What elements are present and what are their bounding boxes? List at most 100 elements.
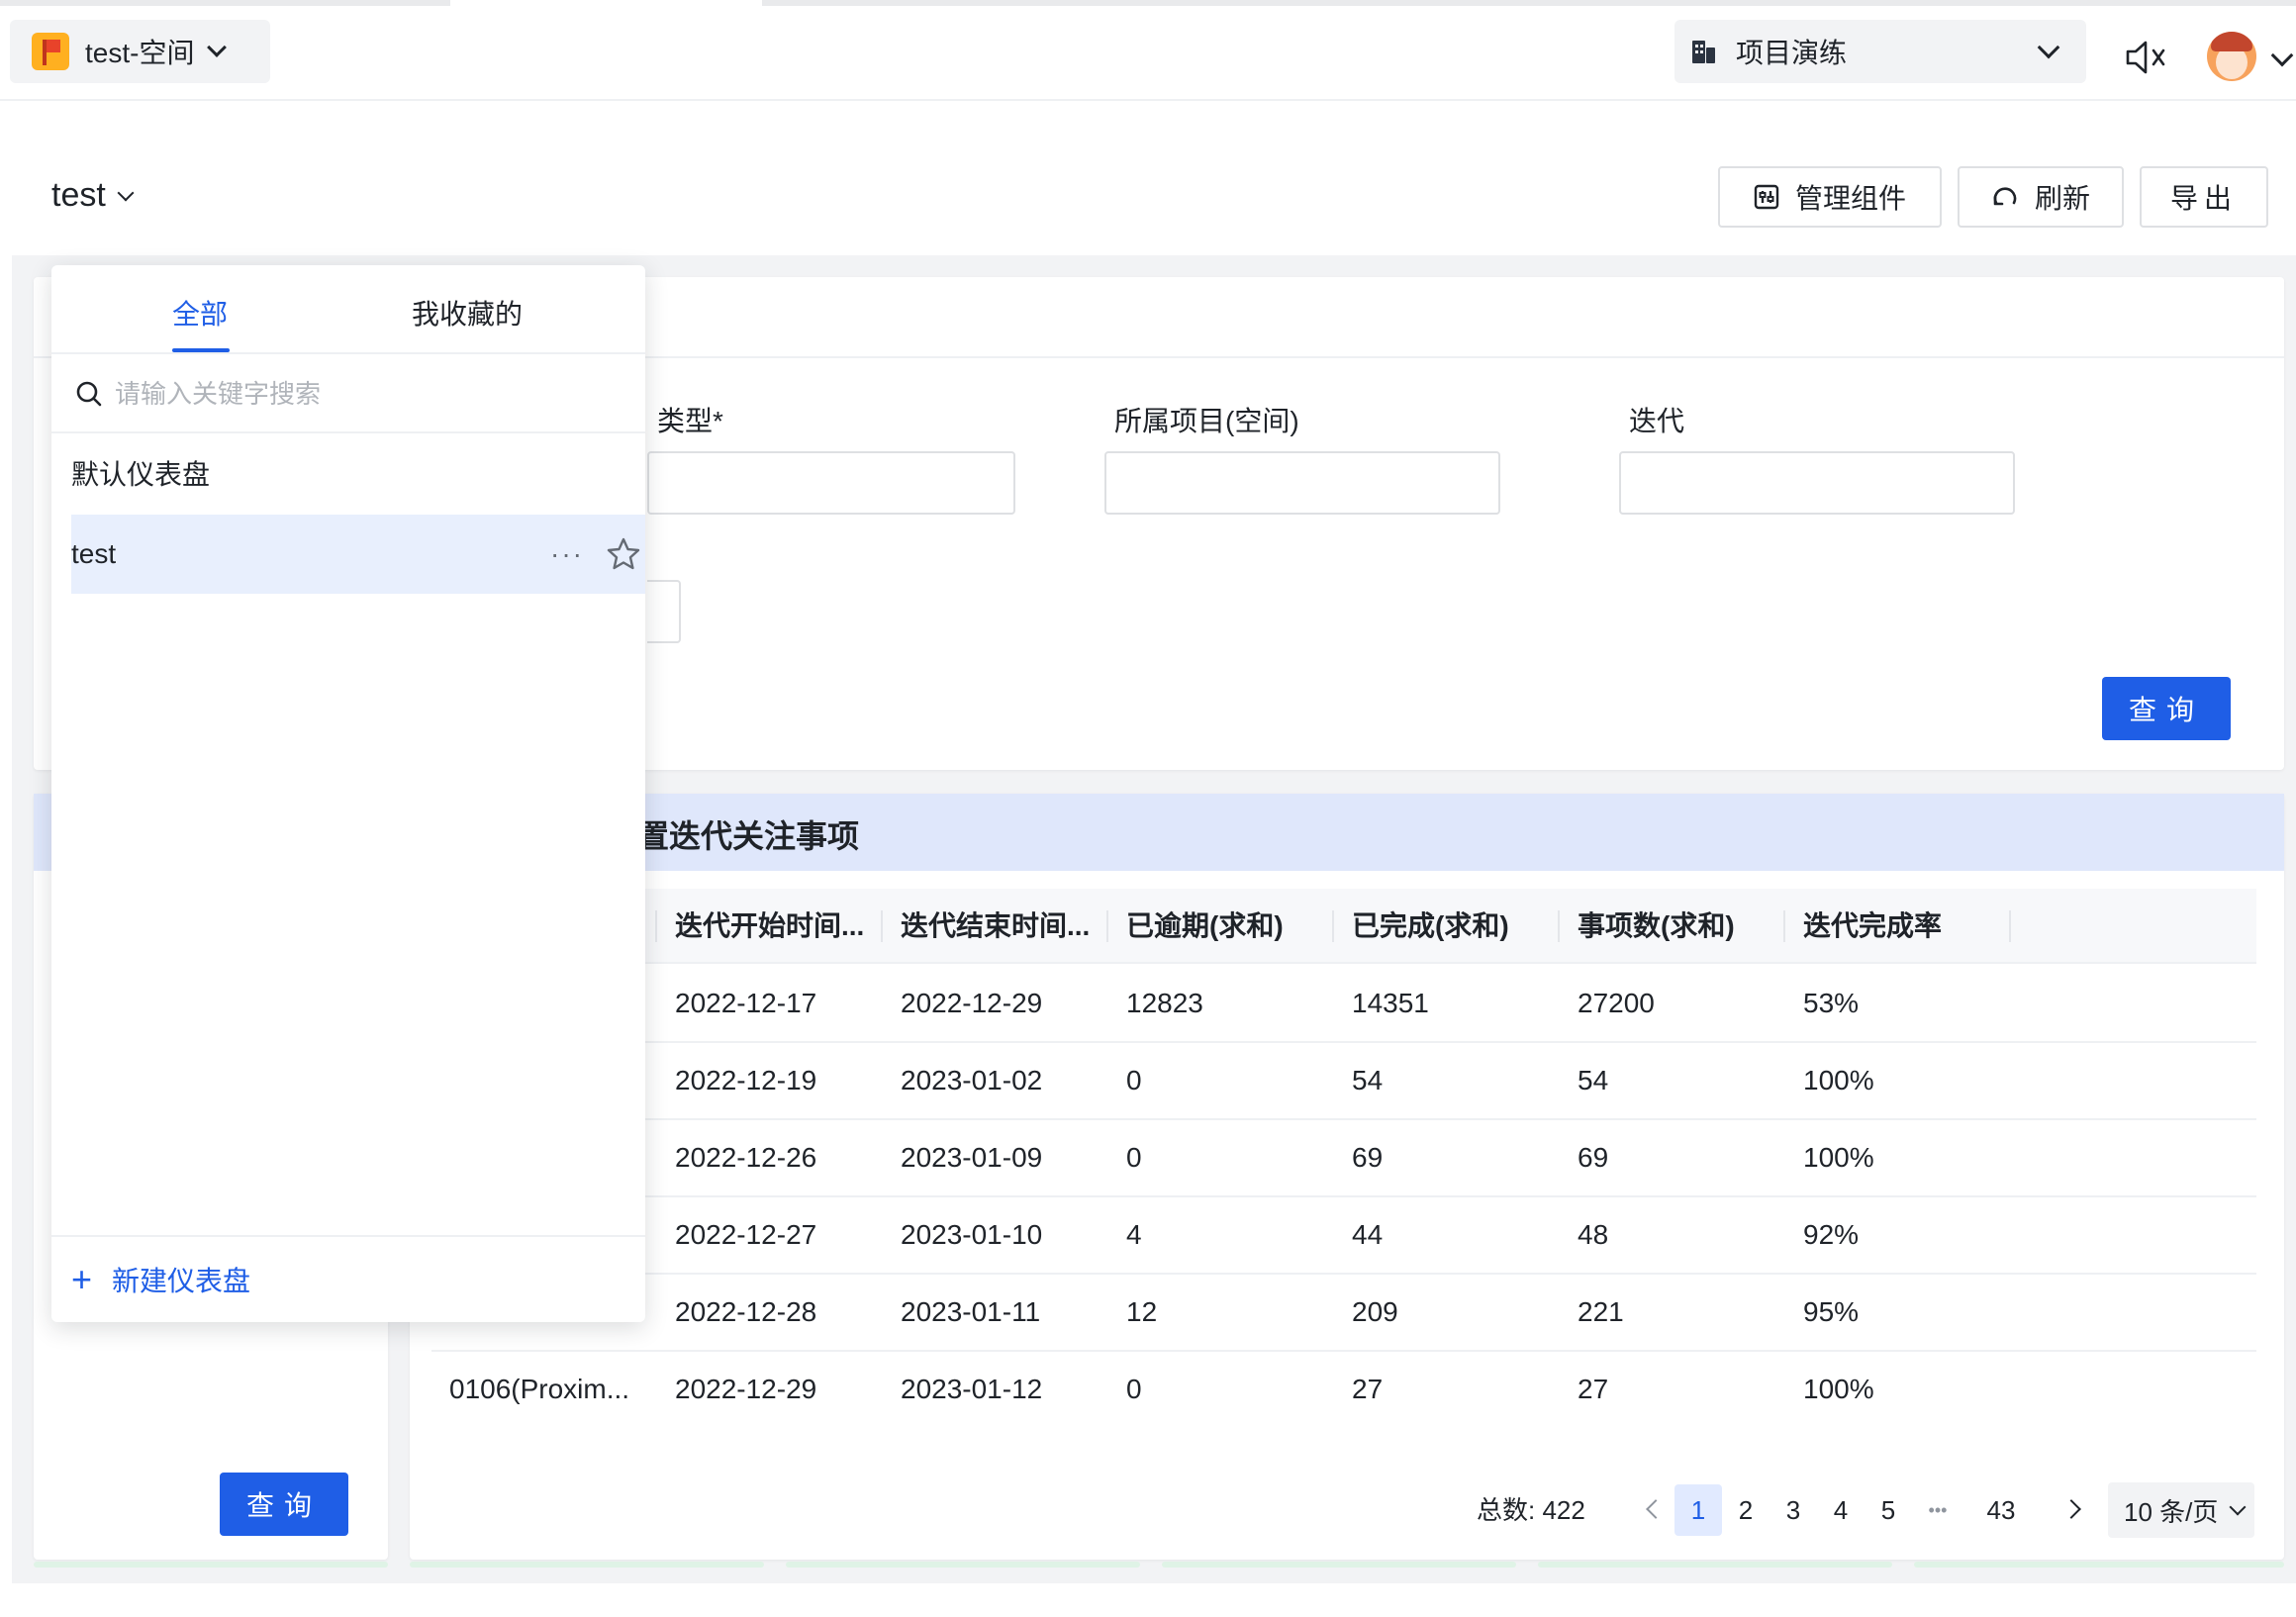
cell-start: 2022-12-26 [675,1142,817,1173]
space-switcher[interactable]: test-空间 [10,20,270,83]
cell-start: 2022-12-28 [675,1296,817,1327]
cell-total: 48 [1578,1219,1609,1250]
cell-done: 69 [1352,1142,1384,1173]
table-row: 2022-12-19 2023-01-02 0 54 54 100% [431,1043,2256,1120]
cell-rate: 100% [1803,1065,1874,1095]
table-header: 迭代开始时间... 迭代结束时间... 已逾期(求和) 已完成(求和) 事项数(… [431,889,2256,964]
chevron-down-icon [117,184,135,201]
plus-icon: + [71,1259,93,1299]
new-dashboard-label: 新建仪表盘 [112,1266,251,1296]
star-icon[interactable] [606,536,641,572]
project-field[interactable] [1104,451,1500,515]
table-row: 2022-12-17 2022-12-29 12823 14351 27200 … [431,966,2256,1043]
cell-overdue: 4 [1126,1219,1142,1250]
table-row: 2022-12-26 2023-01-09 0 69 69 100% [431,1120,2256,1197]
type-field-label: 类型* [657,406,723,436]
pagination-ellipsis[interactable]: ••• [1914,1484,1961,1536]
dashboard-list-item[interactable]: 默认仪表盘 [71,435,645,515]
pagination-page[interactable]: 4 [1817,1484,1865,1536]
cell-done: 44 [1352,1219,1384,1250]
cell-rate: 100% [1803,1142,1874,1173]
top-nav: test-空间 项目演练 [0,6,2296,101]
cell-start: 2022-12-17 [675,988,817,1018]
project-field-label: 所属项目(空间) [1114,406,1299,436]
pagination-total: 总数: 422 [1477,1495,1585,1525]
tab-favorites[interactable]: 我收藏的 [412,293,523,333]
pagination-page[interactable]: 1 [1674,1484,1722,1536]
dropdown-tabs: 全部 我收藏的 [51,265,645,354]
search-input[interactable] [115,378,610,410]
space-name: test-空间 [85,38,195,68]
manage-widgets-label: 管理组件 [1794,183,1906,214]
cell-end: 2023-01-09 [901,1142,1043,1173]
cell-done: 27 [1352,1374,1384,1404]
cell-rate: 53% [1803,988,1860,1018]
speaker-mute-icon[interactable] [2124,38,2167,77]
table-widget-title: 置迭代关注事项 [637,818,860,854]
dashboard-list-item-label: 默认仪表盘 [71,459,211,490]
cell-overdue: 12823 [1126,988,1203,1018]
column-header[interactable]: 事项数(求和) [1560,889,1785,964]
cell-total: 27200 [1578,988,1655,1018]
pagination-prev-icon[interactable] [1646,1499,1666,1519]
query-button[interactable]: 查询 [2102,677,2231,740]
cell-rate: 100% [1803,1374,1874,1404]
chevron-down-icon[interactable] [2270,44,2294,67]
pagination-next-icon[interactable] [2061,1499,2081,1519]
dashboard-title: test [51,176,106,214]
cell-end: 2022-12-29 [901,988,1043,1018]
pagination-page[interactable]: 2 [1722,1484,1770,1536]
column-header[interactable]: 已完成(求和) [1334,889,1560,964]
chevron-down-icon [207,38,228,57]
cell-done: 54 [1352,1065,1384,1095]
project-selector[interactable]: 项目演练 [1674,20,2086,83]
cell-done: 14351 [1352,988,1429,1018]
avatar[interactable] [2207,32,2256,81]
cell-end: 2023-01-10 [901,1219,1043,1250]
type-field[interactable] [647,451,1015,515]
chevron-down-icon [2037,36,2060,59]
pagination-page[interactable]: 5 [1865,1484,1912,1536]
refresh-label: 刷新 [2034,183,2090,214]
cell-rate: 92% [1803,1219,1860,1250]
cell-name: 0106(Proxim... [449,1374,630,1404]
query-button[interactable]: 查询 [220,1473,348,1536]
dashboard-list-item-selected[interactable]: test ··· [71,515,645,594]
cell-overdue: 0 [1126,1142,1142,1173]
dashboard-title-switcher[interactable]: test [51,176,135,215]
column-header[interactable]: 迭代开始时间... [657,889,883,964]
column-header[interactable]: 迭代结束时间... [883,889,1108,964]
refresh-button[interactable]: 刷新 [1958,166,2124,228]
active-tab-indicator [172,348,230,352]
table-widget: 置迭代关注事项 迭代开始时间... 迭代结束时间... 已逾期(求和) 已完成(… [410,794,2284,1560]
cell-overdue: 0 [1126,1374,1142,1404]
tab-all[interactable]: 全部 [172,293,228,333]
manage-widgets-button[interactable]: 管理组件 [1718,166,1942,228]
widget-edge [410,1562,764,1568]
page-size-select[interactable]: 10 条/页 [2108,1482,2254,1538]
widget-edge [786,1562,1140,1568]
dashboard-header: test 管理组件 刷新 导出 [0,103,2296,255]
widget-edge [1162,1562,1516,1568]
iteration-field[interactable] [1619,451,2015,515]
secondary-field[interactable] [647,580,681,643]
more-icon[interactable]: ··· [550,515,584,594]
dashboard-list-item-label: test [71,538,117,569]
cell-done: 209 [1352,1296,1398,1327]
column-header[interactable]: 迭代完成率 [1785,889,2011,964]
pagination-page[interactable]: 43 [1973,1484,2029,1536]
column-header[interactable]: 已逾期(求和) [1108,889,1334,964]
cell-total: 221 [1578,1296,1624,1327]
cell-total: 54 [1578,1065,1609,1095]
cell-overdue: 0 [1126,1065,1142,1095]
flag-icon [32,33,69,70]
export-button[interactable]: 导出 [2140,166,2268,228]
new-dashboard-button[interactable]: + 新建仪表盘 [51,1235,645,1322]
table-row: 0106(Proxim... 2022-12-29 2023-01-12 0 2… [431,1352,2256,1429]
widget-edge [1914,1562,2284,1568]
cell-end: 2023-01-11 [901,1296,1041,1327]
pagination-page[interactable]: 3 [1770,1484,1817,1536]
cell-start: 2022-12-27 [675,1219,817,1250]
search-icon [76,381,102,407]
export-label: 导出 [2169,183,2238,214]
